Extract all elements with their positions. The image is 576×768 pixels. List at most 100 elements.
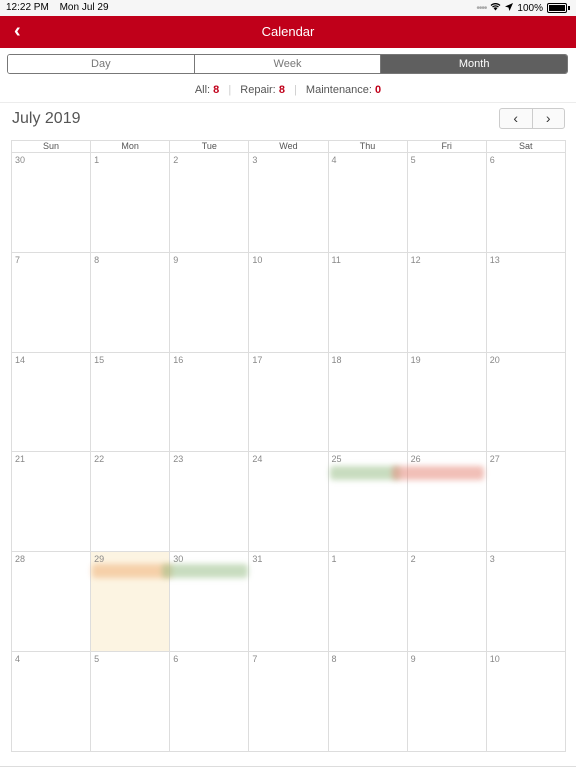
- day-number: 7: [252, 653, 258, 664]
- day-cell[interactable]: 11: [328, 252, 408, 353]
- week-row: 30 1 2 3 4 5 6: [12, 153, 566, 253]
- day-cell[interactable]: 5: [407, 153, 487, 253]
- day-cell[interactable]: 1: [91, 153, 171, 253]
- day-cell[interactable]: 17: [249, 352, 329, 453]
- day-number: 11: [331, 254, 341, 265]
- day-cell[interactable]: 6: [170, 651, 250, 752]
- chevron-right-icon: ›: [545, 110, 551, 126]
- day-cell[interactable]: 31: [249, 552, 329, 652]
- day-cell[interactable]: 19: [407, 352, 487, 453]
- month-title: July 2019: [12, 110, 81, 127]
- signal-dots-icon: ••••: [476, 2, 487, 14]
- day-cell[interactable]: 9: [407, 651, 487, 752]
- day-cell[interactable]: 10: [486, 651, 566, 752]
- day-number: 6: [489, 155, 495, 165]
- tab-month[interactable]: Month: [381, 55, 567, 73]
- day-number: 4: [15, 653, 21, 664]
- day-cell[interactable]: 27: [486, 452, 566, 553]
- day-cell[interactable]: 5: [91, 651, 171, 752]
- maintenance-count-label: Maintenance:: [305, 84, 372, 96]
- status-indicators: •••• 100%: [476, 2, 570, 14]
- battery-tip-icon: [568, 6, 570, 10]
- day-cell[interactable]: 1: [328, 552, 408, 652]
- day-cell[interactable]: 21: [12, 452, 92, 553]
- tab-week[interactable]: Week: [194, 55, 382, 73]
- count-separator: |: [228, 84, 232, 96]
- day-cell[interactable]: 7: [249, 651, 329, 752]
- day-cell[interactable]: 16: [170, 352, 250, 453]
- day-number: 24: [252, 454, 263, 465]
- day-number: 10: [489, 653, 500, 664]
- day-cell[interactable]: 9: [170, 252, 250, 353]
- week-row: 7 8 9 10 11 12 13: [12, 252, 566, 353]
- prev-month-button[interactable]: ‹: [500, 109, 533, 128]
- view-mode-segmented-control: Day Week Month: [7, 54, 568, 74]
- day-number: 3: [489, 554, 495, 565]
- day-cell[interactable]: 15: [91, 352, 171, 453]
- day-cell[interactable]: 12: [407, 252, 487, 353]
- day-cell[interactable]: 2: [170, 153, 250, 253]
- day-number: 15: [94, 354, 105, 365]
- day-cell[interactable]: 4: [12, 651, 92, 752]
- day-number: 19: [410, 354, 421, 365]
- all-count-value: 8: [213, 84, 220, 96]
- day-number: 8: [94, 254, 100, 265]
- weekday-thu: Thu: [328, 141, 408, 153]
- day-cell[interactable]: 2: [407, 552, 487, 652]
- bottom-divider: [0, 766, 576, 767]
- day-cell[interactable]: 3: [249, 153, 329, 253]
- tab-day[interactable]: Day: [8, 55, 195, 73]
- battery-percent: 100%: [517, 2, 543, 14]
- day-number: 2: [173, 155, 179, 165]
- weekday-tue: Tue: [170, 141, 250, 153]
- day-cell[interactable]: 7: [12, 252, 92, 353]
- day-cell[interactable]: 24: [249, 452, 329, 553]
- event-bar[interactable]: [330, 466, 400, 481]
- day-number: 4: [331, 155, 337, 165]
- day-cell[interactable]: 8: [91, 252, 171, 353]
- repair-count-label: Repair:: [240, 84, 276, 96]
- day-cell[interactable]: 4: [328, 153, 408, 253]
- week-row: 21 22 23 24 25 26 27: [12, 452, 566, 553]
- day-number: 21: [15, 454, 26, 465]
- day-cell[interactable]: 30: [12, 153, 92, 253]
- day-cell[interactable]: 22: [91, 452, 171, 553]
- wifi-icon: [490, 2, 501, 14]
- day-number: 30: [15, 155, 26, 165]
- count-separator: |: [294, 84, 297, 96]
- day-cell[interactable]: 6: [486, 153, 566, 253]
- day-number: 27: [489, 454, 500, 465]
- day-number: 16: [173, 354, 184, 365]
- day-cell[interactable]: 8: [328, 651, 408, 752]
- status-bar: 12:22 PM Mon Jul 29 •••• 100%: [0, 0, 576, 16]
- day-cell[interactable]: 28: [12, 552, 92, 652]
- day-cell[interactable]: 18: [328, 352, 408, 453]
- day-number: 12: [410, 254, 421, 265]
- event-bar[interactable]: [92, 564, 172, 579]
- event-counts: All: 8 | Repair: 8 | Maintenance: 0: [0, 84, 576, 96]
- day-cell[interactable]: 20: [486, 352, 566, 453]
- day-cell[interactable]: 13: [486, 252, 566, 353]
- page-title: Calendar: [261, 24, 315, 39]
- day-number: 2: [410, 554, 416, 565]
- day-cell[interactable]: 14: [12, 352, 92, 453]
- day-cell[interactable]: 10: [249, 252, 329, 353]
- day-number: 26: [410, 454, 421, 465]
- next-month-button[interactable]: ›: [533, 109, 565, 128]
- weekday-sun: Sun: [12, 141, 92, 153]
- day-number: 14: [15, 354, 26, 365]
- day-number: 18: [331, 354, 342, 365]
- weekday-mon: Mon: [91, 141, 171, 153]
- day-number: 1: [94, 155, 100, 165]
- week-row: 28 29 30 31 1 2 3: [12, 552, 566, 652]
- divider: [0, 102, 576, 103]
- day-number: 29: [94, 554, 105, 565]
- event-bar[interactable]: [392, 466, 484, 481]
- week-row: 14 15 16 17 18 19 20: [12, 352, 566, 453]
- day-number: 23: [173, 454, 184, 465]
- day-number: 3: [252, 155, 258, 165]
- day-cell[interactable]: 3: [486, 552, 566, 652]
- event-bar[interactable]: [162, 564, 248, 579]
- day-cell[interactable]: 23: [170, 452, 250, 553]
- day-number: 22: [94, 454, 105, 465]
